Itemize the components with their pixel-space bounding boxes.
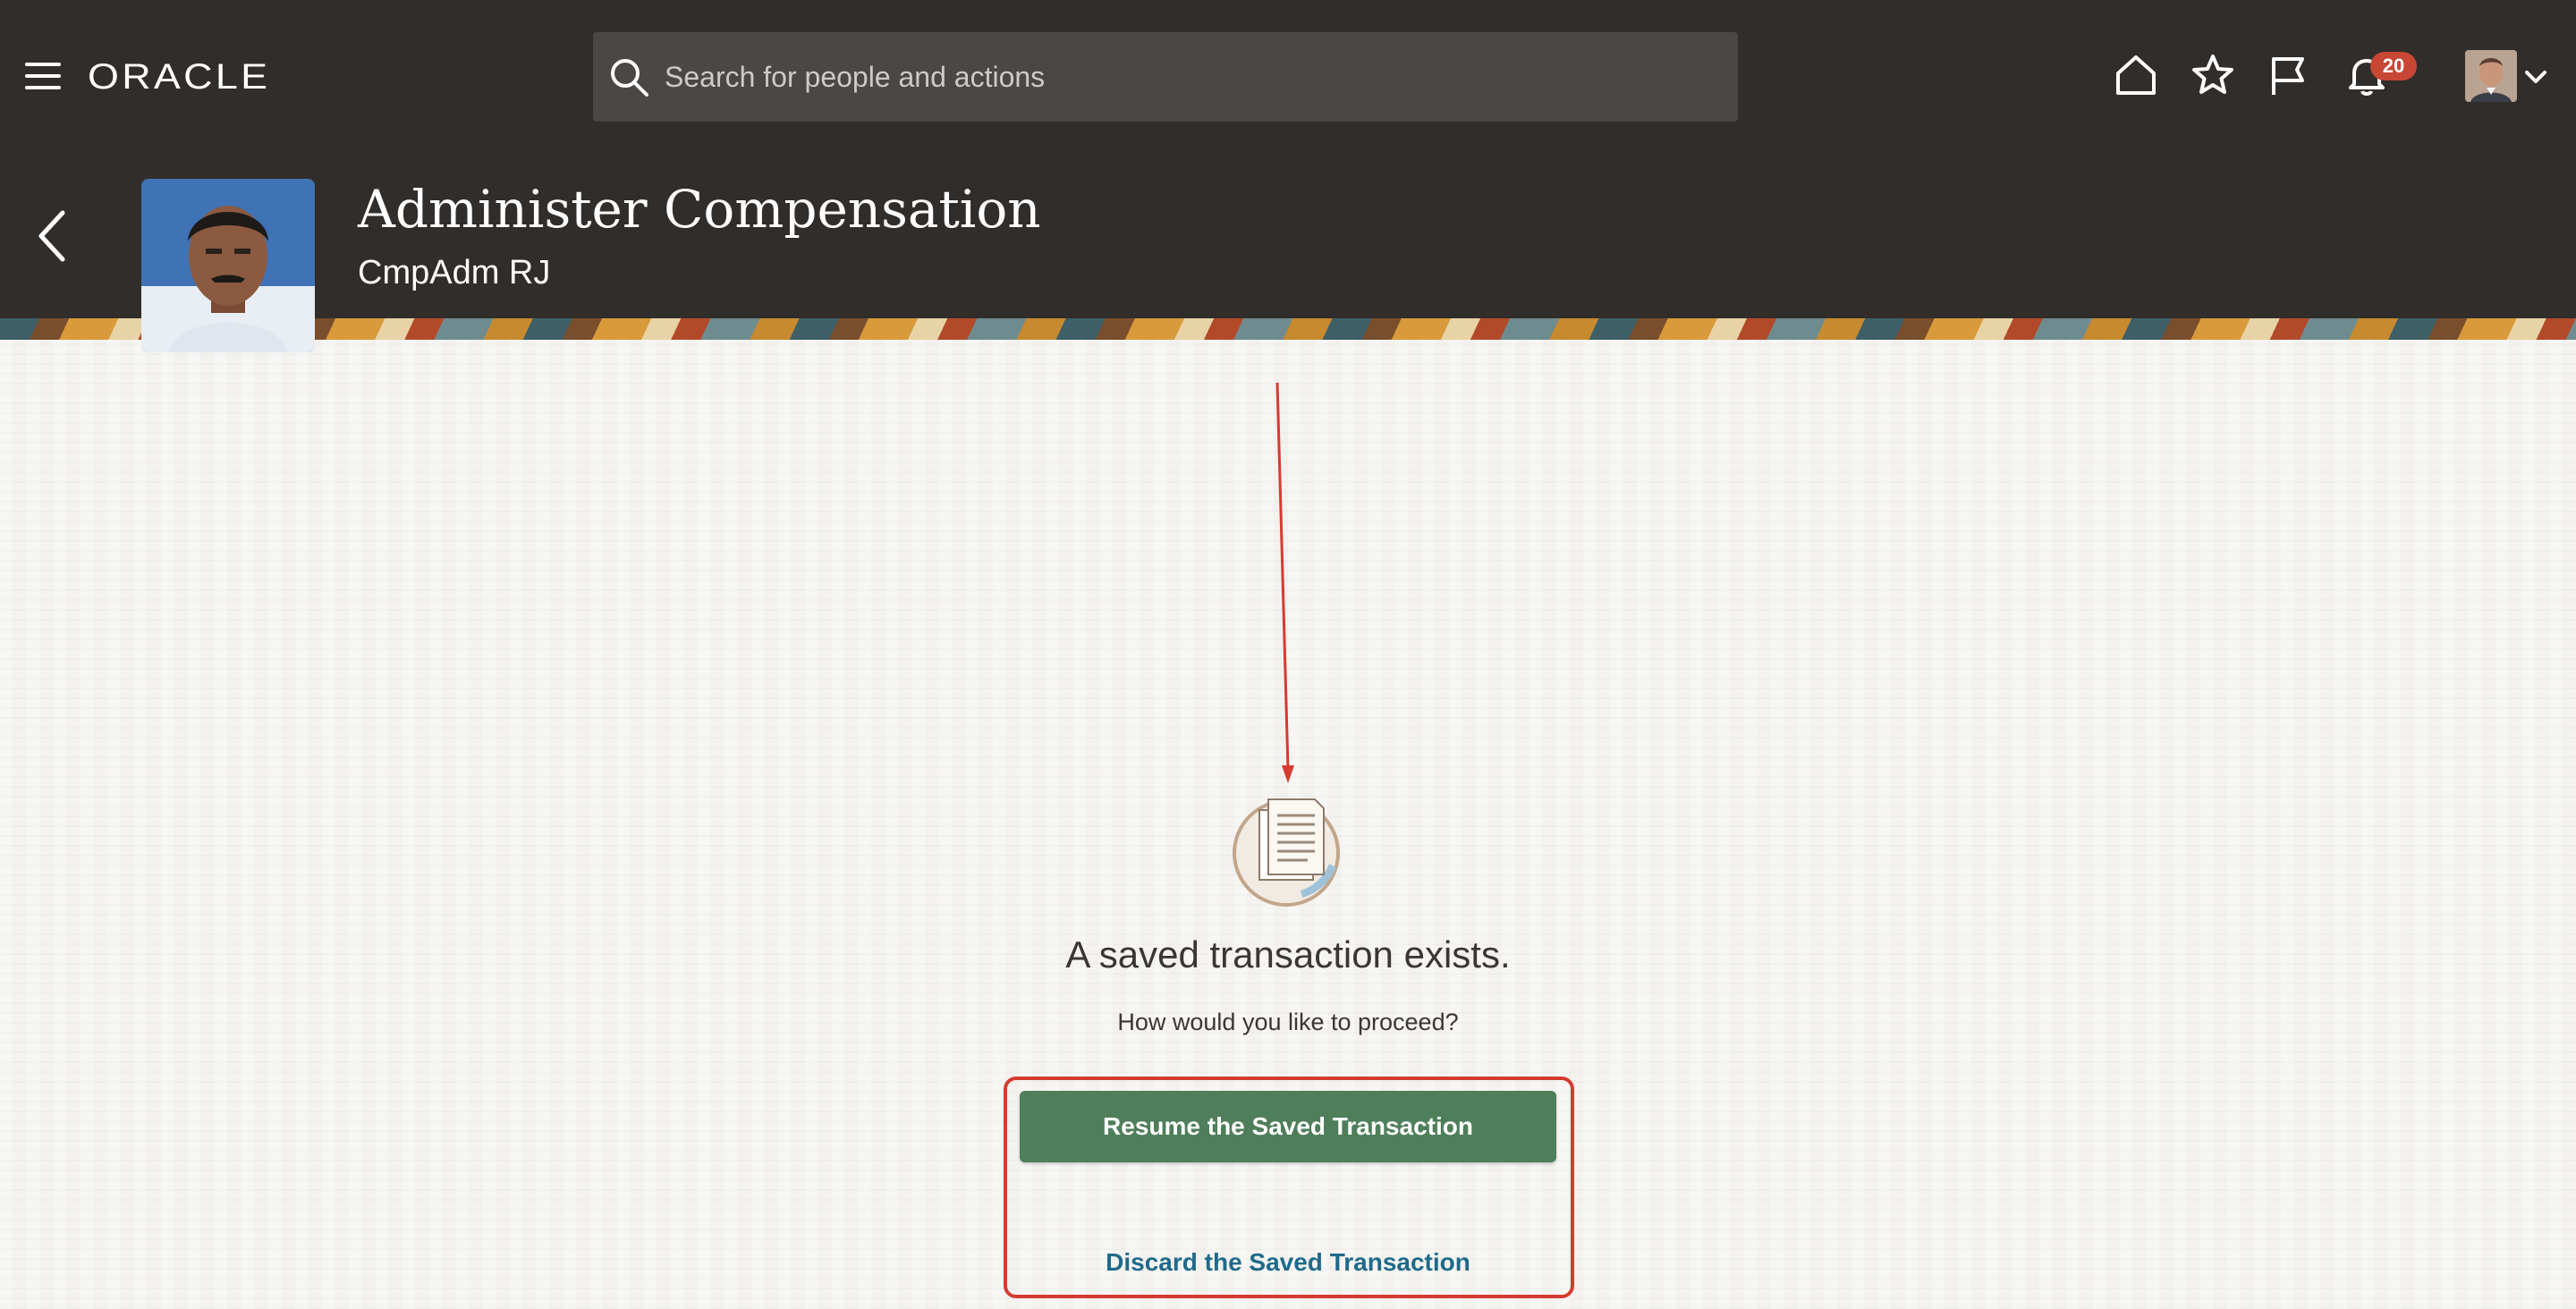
page-subtitle: CmpAdm RJ <box>358 254 551 291</box>
home-icon[interactable] <box>2113 52 2159 98</box>
flag-icon[interactable] <box>2265 52 2311 98</box>
person-photo <box>141 179 315 352</box>
message-title: A saved transaction exists. <box>1065 933 1511 975</box>
menu-icon[interactable] <box>25 61 61 91</box>
global-header: ORACLE 20 <box>0 0 2576 154</box>
notification-badge: 20 <box>2370 52 2417 80</box>
oracle-logo[interactable]: ORACLE <box>88 57 270 97</box>
decorative-pattern <box>0 318 2576 340</box>
back-icon[interactable] <box>34 207 70 265</box>
search-icon <box>611 59 648 97</box>
search-box[interactable] <box>593 32 1738 122</box>
avatar[interactable] <box>2465 50 2517 102</box>
resume-saved-transaction-button[interactable]: Resume the Saved Transaction <box>1020 1091 1556 1162</box>
page-title: Administer Compensation <box>358 179 1041 240</box>
chevron-down-icon[interactable] <box>2524 68 2547 86</box>
search-input[interactable] <box>665 32 1720 122</box>
document-icon <box>1233 798 1340 907</box>
message-subtitle: How would you like to proceed? <box>1117 1009 1459 1035</box>
annotation-arrow <box>1275 382 1294 783</box>
discard-saved-transaction-link[interactable]: Discard the Saved Transaction <box>1020 1248 1556 1277</box>
star-icon[interactable] <box>2190 52 2236 98</box>
